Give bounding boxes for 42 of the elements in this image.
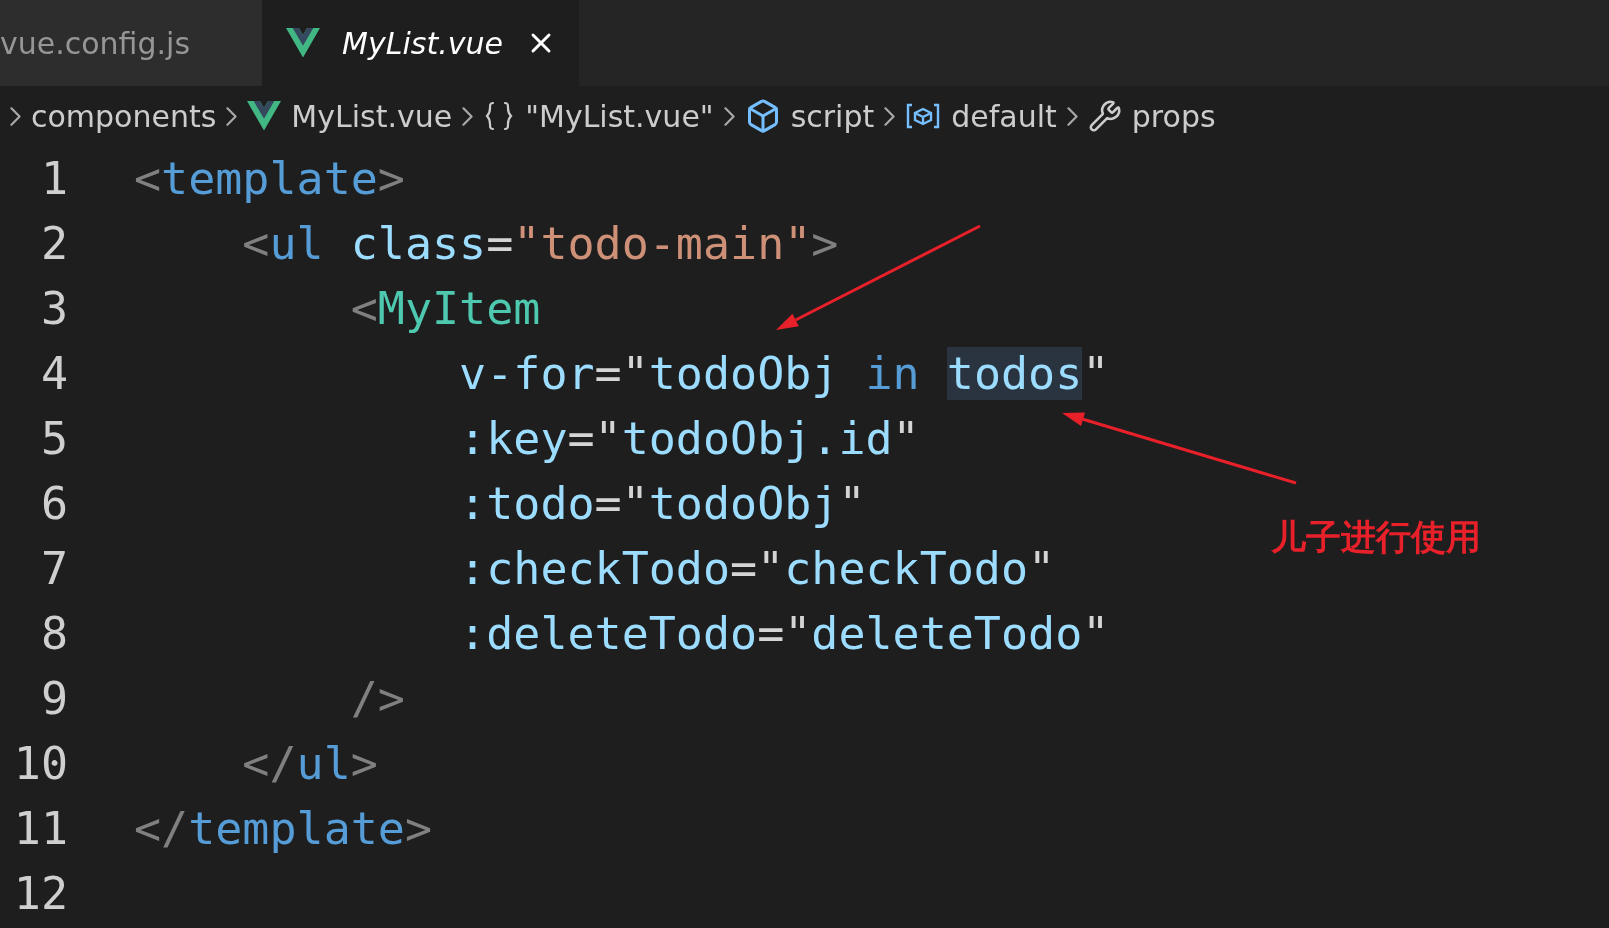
- line-number: 2: [39, 217, 68, 270]
- line-number: 7: [39, 542, 68, 595]
- editor-tab[interactable]: vue.config.js: [0, 0, 263, 86]
- line-number: 4: [39, 347, 68, 400]
- editor-tab[interactable]: MyList.vue: [262, 0, 579, 86]
- line-number: 3: [39, 282, 68, 335]
- chevron-icon: [884, 106, 896, 126]
- breadcrumb-item[interactable]: "MyList.vue": [525, 98, 714, 134]
- line-number: 12: [12, 867, 68, 920]
- breadcrumb-item[interactable]: script: [790, 98, 875, 134]
- chevron-icon: [1066, 106, 1078, 126]
- chevron-icon: [723, 106, 735, 126]
- vue-logo-icon: [286, 28, 321, 58]
- code-line: v-for="todoObj in todos": [458, 347, 1110, 400]
- field-icon: [905, 102, 942, 130]
- annotation-text: 儿子进行使用: [1271, 516, 1481, 559]
- line-number: 1: [39, 152, 68, 205]
- breadcrumb-item[interactable]: MyList.vue: [291, 98, 453, 134]
- line-number: 9: [39, 672, 68, 725]
- wrench-icon: [1087, 99, 1122, 133]
- chevron-icon: [10, 106, 21, 126]
- code-line: :todo="todoObj": [458, 477, 866, 530]
- breadcrumb-item[interactable]: props: [1131, 98, 1216, 134]
- line-number: 6: [39, 477, 68, 530]
- code-line: />: [349, 672, 405, 725]
- chevron-icon: [462, 106, 474, 126]
- code-line: </template>: [134, 802, 433, 855]
- breadcrumb-item[interactable]: default: [951, 98, 1057, 134]
- code-line: :deleteTodo="deleteTodo": [458, 607, 1110, 660]
- code-line: :key="todoObj.id": [458, 412, 920, 465]
- code-line: <MyItem: [349, 282, 541, 335]
- vue-logo-icon: [247, 101, 282, 131]
- line-number: 8: [39, 607, 68, 660]
- chevron-icon: [226, 106, 238, 126]
- code-line: <template>: [134, 152, 405, 205]
- code-line: :checkTodo="checkTodo": [458, 542, 1056, 595]
- line-number: 5: [39, 412, 68, 465]
- code-line: </ul>: [241, 737, 378, 790]
- line-number: 10: [12, 737, 68, 790]
- line-number: 11: [12, 802, 68, 855]
- breadcrumb-item[interactable]: components: [31, 98, 217, 134]
- code-line: <ul class="todo-main">: [241, 217, 839, 270]
